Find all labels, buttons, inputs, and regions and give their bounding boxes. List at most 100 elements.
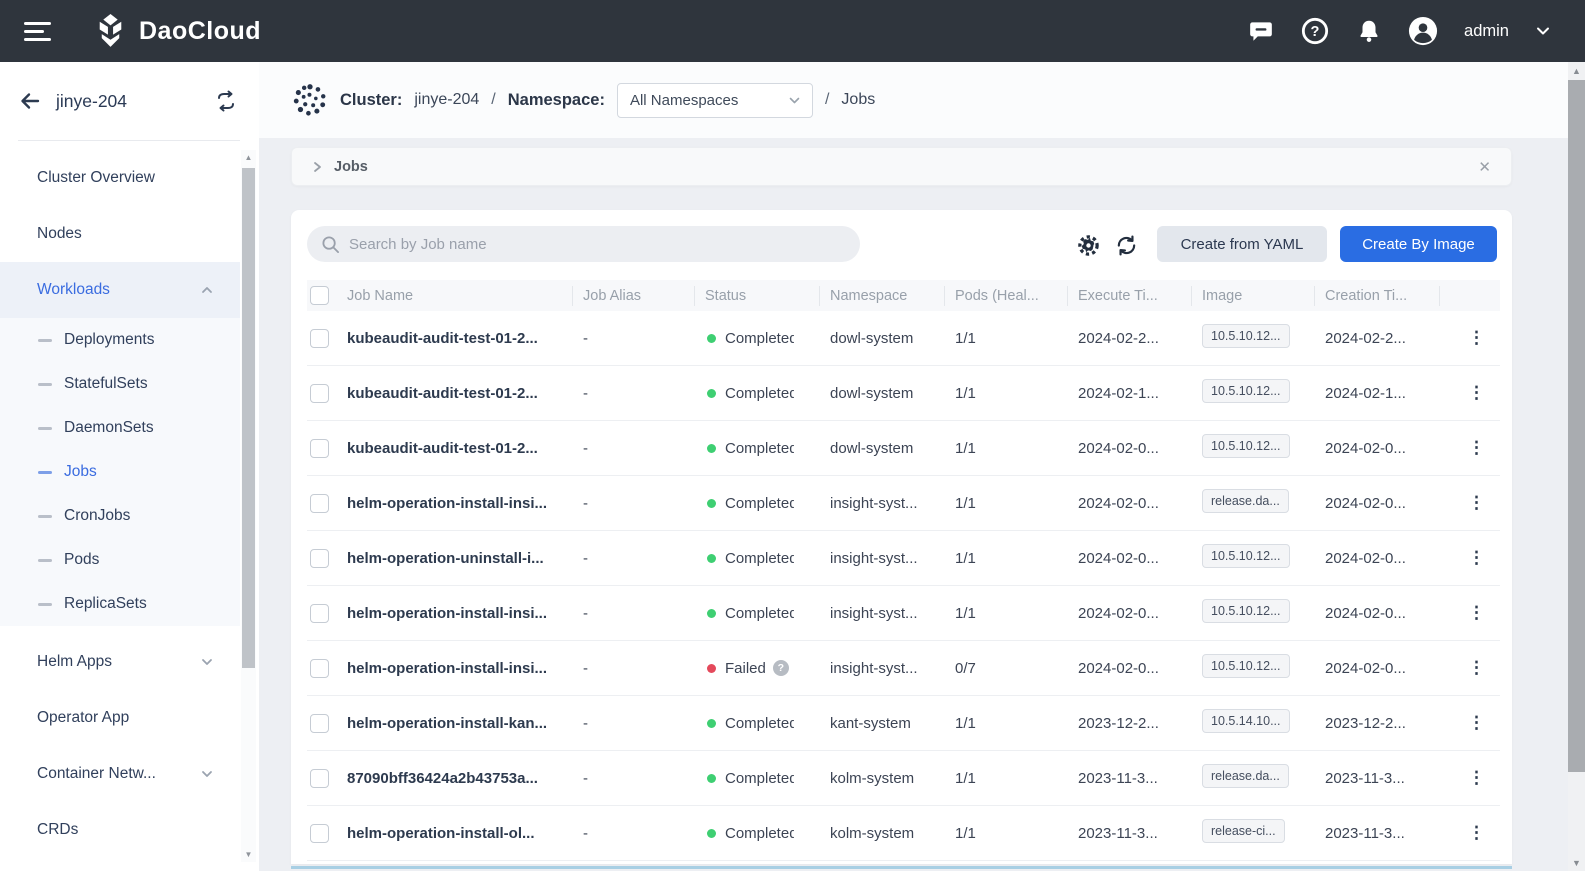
job-name-link[interactable]: kubeaudit-audit-test-01-2...	[337, 385, 573, 402]
sidebar-item-replicasets[interactable]: ReplicaSets	[0, 582, 240, 626]
job-name-link[interactable]: helm-operation-uninstall-i...	[337, 550, 573, 567]
sidebar-item-pods[interactable]: Pods	[0, 538, 240, 582]
select-all-checkbox[interactable]	[310, 286, 329, 305]
sidebar-item-operator-app[interactable]: Operator App	[0, 690, 240, 746]
job-name-link[interactable]: helm-operation-install-kan...	[337, 715, 573, 732]
table-row: kubeaudit-audit-test-01-2... - Completed…	[307, 366, 1500, 421]
row-actions-kebab-icon[interactable]: ⋮	[1440, 603, 1485, 622]
row-checkbox[interactable]	[310, 659, 329, 678]
sidebar-divider	[18, 140, 240, 141]
row-actions-kebab-icon[interactable]: ⋮	[1440, 713, 1485, 732]
row-actions-kebab-icon[interactable]: ⋮	[1440, 383, 1485, 402]
table-row: kubeaudit-audit-test-01-2... - Completed…	[307, 311, 1500, 366]
context-header: Cluster: jinye-204 / Namespace: All Name…	[259, 62, 1568, 138]
username-label[interactable]: admin	[1464, 22, 1509, 41]
col-namespace: Namespace	[820, 286, 945, 306]
scroll-down-icon[interactable]: ▼	[1568, 854, 1585, 871]
user-menu-chevron-down-icon[interactable]	[1535, 23, 1551, 39]
switch-cluster-icon[interactable]	[215, 90, 237, 112]
sidebar-item-cronjobs[interactable]: CronJobs	[0, 494, 240, 538]
scroll-down-icon[interactable]: ▼	[241, 847, 256, 862]
sidebar-item-crds[interactable]: CRDs	[0, 802, 240, 858]
row-actions-kebab-icon[interactable]: ⋮	[1440, 438, 1485, 457]
namespace-select-value: All Namespaces	[630, 92, 738, 109]
sidebar-scrollbar[interactable]: ▲ ▼	[241, 150, 256, 862]
svg-text:?: ?	[1311, 24, 1320, 40]
status-cell: Completed	[695, 385, 820, 402]
row-checkbox[interactable]	[310, 604, 329, 623]
status-cell: Completed	[695, 605, 820, 622]
scroll-up-icon[interactable]: ▲	[241, 150, 256, 165]
job-name-link[interactable]: 87090bff36424a2b43753a...	[337, 770, 573, 787]
job-name-link[interactable]: helm-operation-install-insi...	[337, 605, 573, 622]
job-name-link[interactable]: helm-operation-install-insi...	[337, 495, 573, 512]
row-checkbox[interactable]	[310, 439, 329, 458]
job-name-link[interactable]: helm-operation-install-insi...	[337, 660, 573, 677]
sidebar-item-cluster-overview[interactable]: Cluster Overview	[0, 150, 240, 206]
topbar: DaoCloud ? adm	[0, 0, 1585, 62]
back-arrow-icon[interactable]	[18, 89, 42, 113]
page-scrollbar[interactable]: ▲ ▼	[1568, 62, 1585, 871]
dash-icon	[38, 515, 52, 518]
status-dot-icon	[707, 444, 716, 453]
chevron-down-icon	[200, 767, 214, 781]
row-checkbox[interactable]	[310, 384, 329, 403]
chevron-right-icon[interactable]	[310, 160, 324, 174]
row-checkbox[interactable]	[310, 494, 329, 513]
table-row: kubeaudit-audit-test-01-2... - Completed…	[307, 421, 1500, 476]
status-cell: Completed	[695, 440, 820, 457]
status-cell: Completed	[695, 550, 820, 567]
status-help-icon[interactable]: ?	[773, 660, 789, 676]
sidebar-item-statefulsets[interactable]: StatefulSets	[0, 362, 240, 406]
row-actions-kebab-icon[interactable]: ⋮	[1440, 823, 1485, 842]
sidebar-item-jobs[interactable]: Jobs	[0, 450, 240, 494]
sidebar-item-deployments[interactable]: Deployments	[0, 318, 240, 362]
close-icon[interactable]: ✕	[1478, 158, 1491, 176]
row-actions-kebab-icon[interactable]: ⋮	[1440, 328, 1485, 347]
image-chip: 10.5.10.12...	[1202, 324, 1290, 348]
refresh-icon[interactable]	[1114, 233, 1138, 257]
scroll-up-icon[interactable]: ▲	[1568, 62, 1585, 79]
status-dot-icon	[707, 389, 716, 398]
sidebar-group-container-network[interactable]: Container Netw...	[0, 746, 240, 802]
row-checkbox[interactable]	[310, 714, 329, 733]
dash-icon	[38, 559, 52, 562]
row-checkbox[interactable]	[310, 769, 329, 788]
sidebar-item-nodes[interactable]: Nodes	[0, 206, 240, 262]
jobs-table: Job Name Job Alias Status Namespace Pods…	[307, 280, 1500, 861]
image-chip: 10.5.10.12...	[1202, 434, 1290, 458]
user-avatar[interactable]	[1408, 16, 1438, 46]
row-actions-kebab-icon[interactable]: ⋮	[1440, 548, 1485, 567]
sidebar-group-helm-apps[interactable]: Helm Apps	[0, 634, 240, 690]
help-icon[interactable]: ?	[1300, 16, 1330, 46]
job-name-link[interactable]: kubeaudit-audit-test-01-2...	[337, 330, 573, 347]
sidebar-item-daemonsets[interactable]: DaemonSets	[0, 406, 240, 450]
row-actions-kebab-icon[interactable]: ⋮	[1440, 493, 1485, 512]
notifications-bell-icon[interactable]	[1354, 16, 1384, 46]
chat-icon[interactable]	[1246, 16, 1276, 46]
search-box[interactable]	[307, 226, 860, 262]
daocloud-logo-icon	[92, 13, 129, 50]
row-actions-kebab-icon[interactable]: ⋮	[1440, 768, 1485, 787]
row-checkbox[interactable]	[310, 329, 329, 348]
page-title: Jobs	[841, 91, 875, 109]
brand-name: DaoCloud	[139, 17, 261, 46]
table-row: helm-operation-install-insi... - Failed …	[307, 641, 1500, 696]
hamburger-menu-icon[interactable]	[24, 20, 54, 42]
row-checkbox[interactable]	[310, 549, 329, 568]
col-image: Image	[1192, 286, 1315, 306]
create-by-image-button[interactable]: Create By Image	[1340, 226, 1497, 262]
tab-jobs[interactable]: Jobs	[334, 159, 368, 175]
gear-icon[interactable]	[1076, 233, 1100, 257]
job-name-link[interactable]: helm-operation-install-ol...	[337, 825, 573, 842]
sidebar-scrollbar-thumb[interactable]	[242, 168, 255, 668]
namespace-select[interactable]: All Namespaces	[617, 83, 813, 118]
create-from-yaml-button[interactable]: Create from YAML	[1157, 226, 1327, 262]
job-name-link[interactable]: kubeaudit-audit-test-01-2...	[337, 440, 573, 457]
row-checkbox[interactable]	[310, 824, 329, 843]
page-scrollbar-thumb[interactable]	[1568, 80, 1585, 772]
sidebar-group-workloads[interactable]: Workloads	[0, 262, 240, 318]
row-actions-kebab-icon[interactable]: ⋮	[1440, 658, 1485, 677]
search-input[interactable]	[349, 236, 829, 253]
namespace-label: Namespace:	[508, 91, 605, 110]
